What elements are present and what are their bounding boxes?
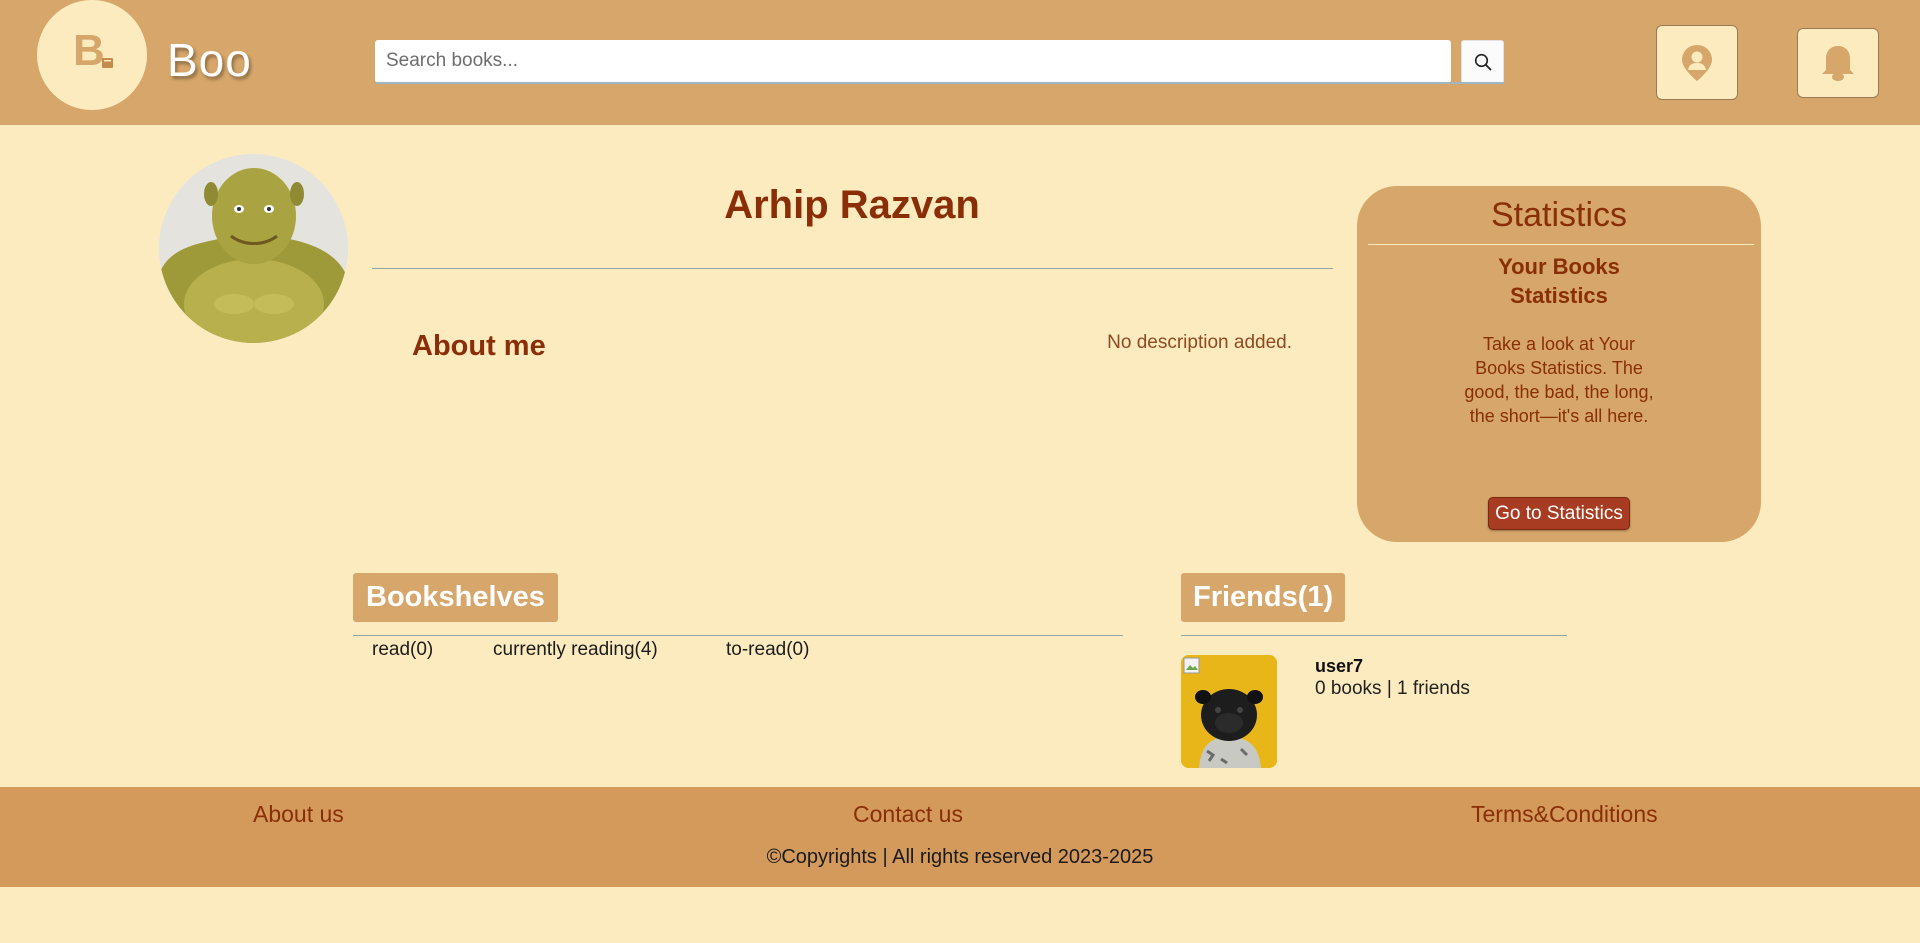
divider: [1368, 244, 1754, 245]
friend-avatar[interactable]: [1181, 655, 1277, 768]
divider: [353, 635, 1123, 636]
footer-link-about-us[interactable]: About us: [253, 801, 344, 828]
notifications-button[interactable]: [1797, 28, 1879, 98]
bell-icon: [1822, 46, 1854, 81]
about-heading: About me: [412, 330, 546, 362]
friends-heading: Friends(1): [1181, 573, 1346, 622]
top-navbar: B Boo: [0, 0, 1920, 125]
location-button[interactable]: [1656, 25, 1738, 100]
copyright-text: ©Copyrights | All rights reserved 2023-2…: [766, 846, 1154, 868]
footer-link-terms[interactable]: Terms&Conditions: [1471, 801, 1658, 828]
friend-stats: 0 books | 1 friends: [1315, 678, 1470, 699]
logo-book-icon: [102, 58, 113, 68]
shelf-tab-to-read[interactable]: to-read(0): [726, 638, 809, 662]
profile-avatar: [159, 154, 348, 343]
statistics-card: Statistics Your Books Statistics Take a …: [1357, 186, 1761, 542]
logo[interactable]: B: [37, 0, 147, 110]
brand-name[interactable]: Boo: [167, 33, 252, 87]
statistics-subtitle: Your Books Statistics: [1498, 254, 1620, 308]
statistics-title: Statistics: [1490, 196, 1628, 234]
friend-name[interactable]: user7: [1315, 656, 1363, 677]
divider: [372, 268, 1333, 269]
statistics-description: Take a look at Your Books Statistics. Th…: [1464, 334, 1654, 426]
shelf-tab-currently-reading[interactable]: currently reading(4): [493, 638, 658, 662]
avatar-image: [159, 154, 348, 343]
shelf-tab-read[interactable]: read(0): [372, 638, 433, 662]
bookshelves-heading: Bookshelves: [353, 573, 558, 622]
broken-image-icon: [1183, 657, 1200, 674]
footer-link-contact-us[interactable]: Contact us: [853, 801, 963, 828]
go-to-statistics-button[interactable]: Go to Statistics: [1488, 497, 1630, 530]
logo-letter: B: [73, 26, 105, 75]
location-pin-icon: [1682, 44, 1712, 81]
divider: [1181, 635, 1567, 636]
search-input[interactable]: [375, 40, 1451, 84]
about-description: No description added.: [1107, 332, 1292, 353]
search-button[interactable]: [1461, 40, 1504, 84]
search-icon: [1474, 53, 1491, 71]
search-underline: [1451, 82, 1504, 84]
profile-name: Arhip Razvan: [724, 183, 980, 227]
